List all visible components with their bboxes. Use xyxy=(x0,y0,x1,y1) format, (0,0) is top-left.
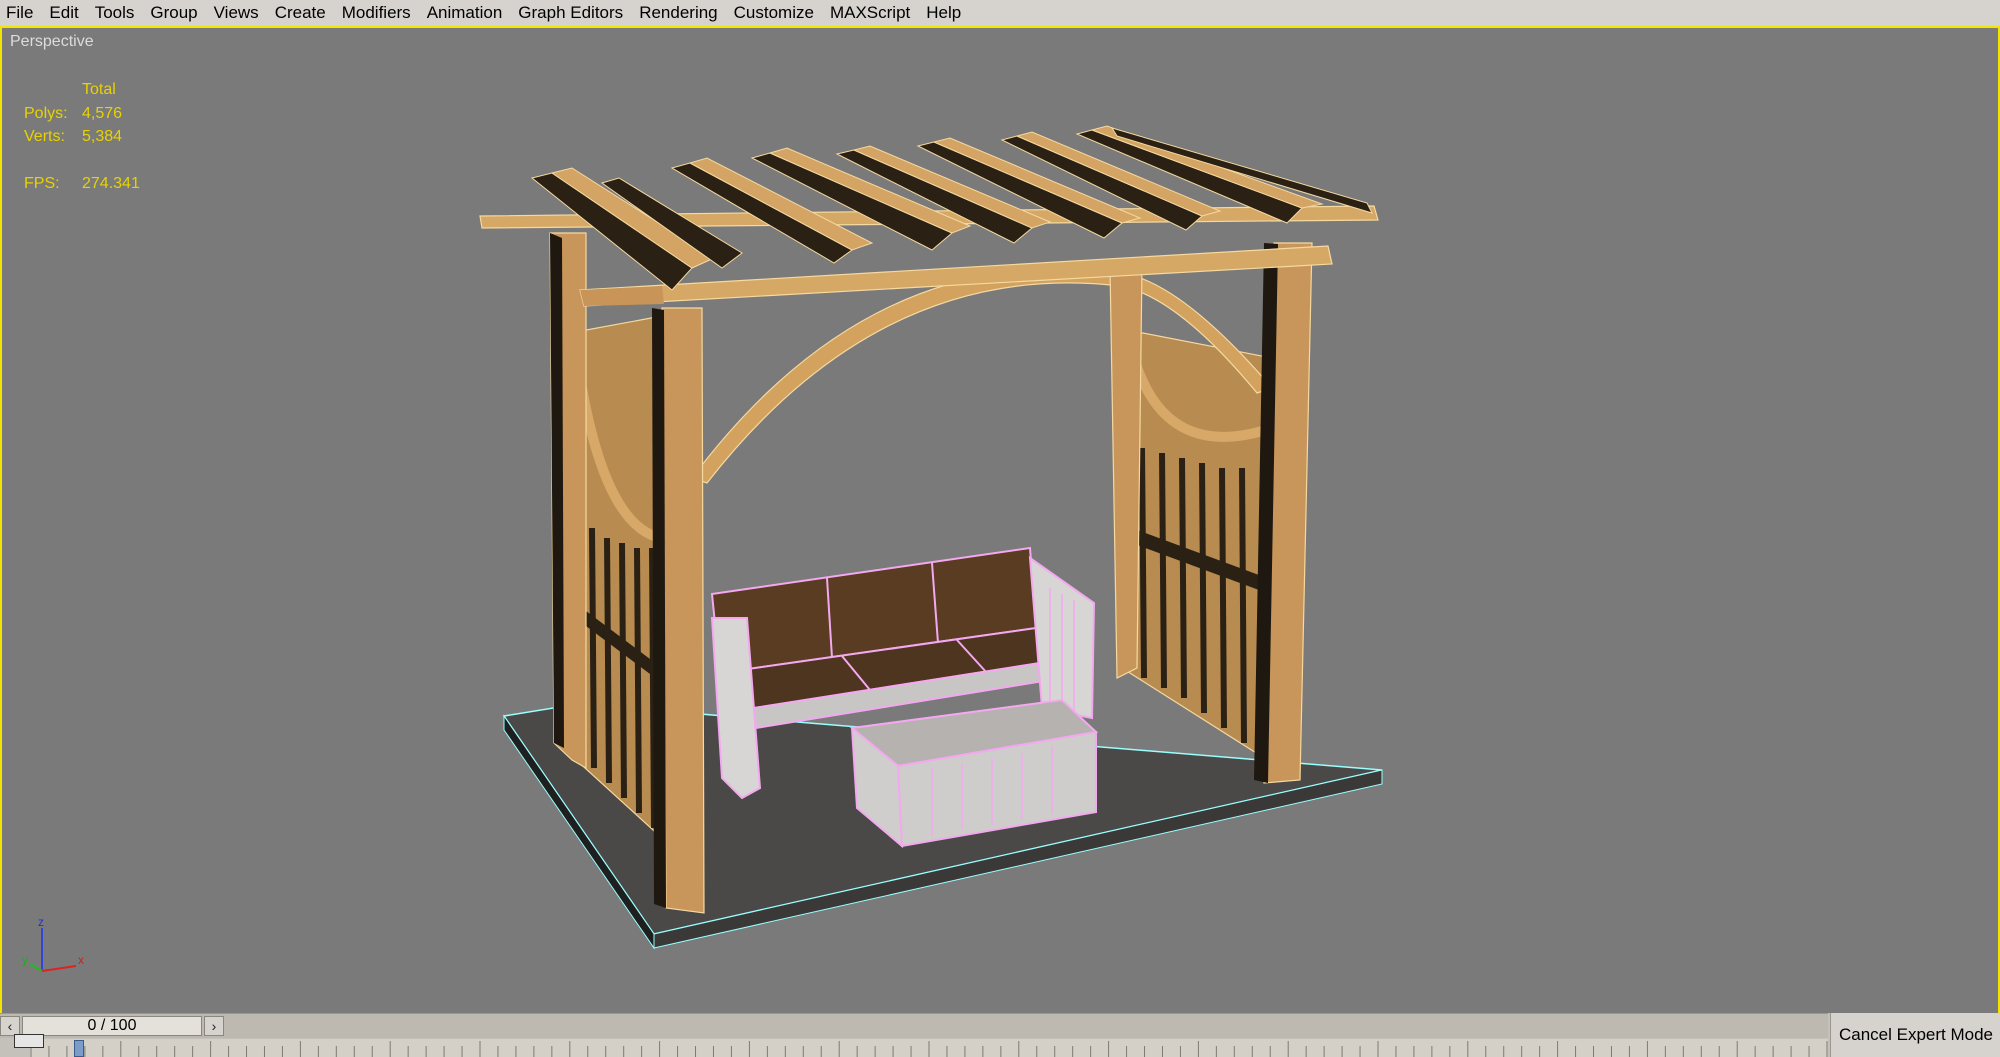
menu-file[interactable]: File xyxy=(0,0,41,26)
axis-y-label: y xyxy=(22,953,28,967)
time-slider-track[interactable]: ‹ 0 / 100 › xyxy=(0,1013,1828,1038)
cancel-expert-mode-button[interactable]: Cancel Expert Mode xyxy=(1830,1013,2000,1057)
perspective-viewport[interactable]: Perspective Total Polys: 4,576 Verts: 5,… xyxy=(0,26,2000,1015)
chevron-right-icon[interactable]: › xyxy=(204,1016,224,1036)
menu-maxscript[interactable]: MAXScript xyxy=(822,0,918,26)
menu-edit[interactable]: Edit xyxy=(41,0,86,26)
axis-x-label: x xyxy=(78,953,84,967)
menu-rendering[interactable]: Rendering xyxy=(631,0,725,26)
scene-render[interactable] xyxy=(2,28,1998,1013)
menu-create[interactable]: Create xyxy=(267,0,334,26)
menu-views[interactable]: Views xyxy=(206,0,267,26)
menu-customize[interactable]: Customize xyxy=(726,0,822,26)
axis-gizmo: z x y xyxy=(22,916,84,972)
menu-graph-editors[interactable]: Graph Editors xyxy=(510,0,631,26)
menu-bar: File Edit Tools Group Views Create Modif… xyxy=(0,0,2000,27)
axis-x-line xyxy=(41,965,77,972)
current-frame-marker[interactable] xyxy=(74,1040,84,1057)
menu-help[interactable]: Help xyxy=(918,0,969,26)
track-bar-ticks[interactable] xyxy=(30,1039,1828,1057)
axis-y-line xyxy=(29,963,43,972)
time-slider-thumb[interactable]: 0 / 100 xyxy=(22,1016,202,1036)
menu-tools[interactable]: Tools xyxy=(87,0,143,26)
menu-animation[interactable]: Animation xyxy=(419,0,511,26)
chevron-left-icon[interactable]: ‹ xyxy=(0,1016,20,1036)
axis-z-label: z xyxy=(38,916,44,929)
menu-group[interactable]: Group xyxy=(142,0,205,26)
track-bar-toggle-icon[interactable] xyxy=(14,1034,44,1048)
time-slider-bar: ‹ 0 / 100 › Cancel Expert Mode xyxy=(0,1013,2000,1057)
menu-modifiers[interactable]: Modifiers xyxy=(334,0,419,26)
